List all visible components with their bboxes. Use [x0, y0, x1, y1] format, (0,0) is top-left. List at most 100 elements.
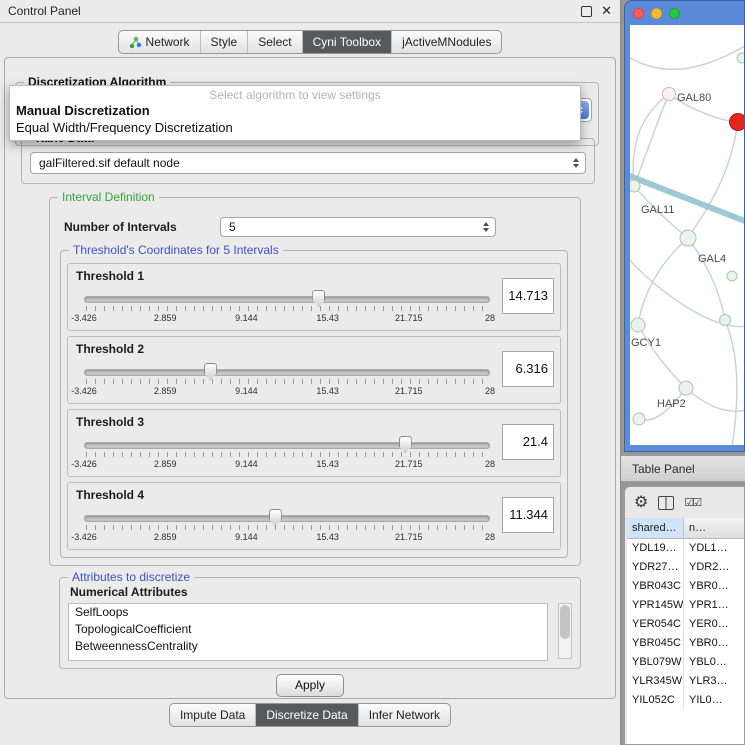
zoom-traffic-icon[interactable] — [669, 8, 680, 19]
minimize-traffic-icon[interactable] — [651, 8, 662, 19]
select-columns-icon[interactable]: ☑☑ — [684, 496, 700, 509]
node-gal4[interactable] — [680, 230, 696, 246]
table-cell[interactable]: YLR345W — [627, 672, 684, 691]
threshold-slider[interactable]: -3.4262.8599.14415.4321.71528 — [84, 436, 490, 472]
table-cell[interactable]: YPR145W — [627, 596, 684, 615]
table-row[interactable]: YPR145WYPR1… — [627, 596, 744, 615]
tick-label: -3.426 — [71, 532, 97, 542]
slider-thumb[interactable] — [269, 509, 282, 526]
threshold-value-field[interactable]: 21.4 — [502, 424, 554, 460]
table-cell[interactable]: YER054C — [627, 615, 684, 634]
node-hap2[interactable] — [679, 381, 693, 395]
table-cell[interactable]: YDR27… — [627, 558, 684, 577]
node-gal80[interactable] — [663, 88, 676, 101]
table-cell[interactable]: YDL1… — [684, 539, 744, 558]
slider-thumb[interactable] — [312, 290, 325, 307]
tick-label: 28 — [485, 386, 495, 396]
dropdown-option-equal-width[interactable]: Equal Width/Frequency Discretization — [10, 119, 580, 136]
node-selected-red[interactable] — [730, 114, 745, 131]
table-data-select[interactable]: galFiltered.sif default node — [30, 152, 586, 174]
control-panel-tab-bar: Network Style Select Cyni Toolbox jActiv… — [118, 30, 503, 54]
close-icon[interactable]: ✕ — [601, 0, 612, 22]
table-row[interactable]: YBL079WYBL0… — [627, 653, 744, 672]
columns-icon[interactable] — [658, 496, 674, 510]
table-cell[interactable]: YER0… — [684, 615, 744, 634]
node[interactable] — [727, 271, 737, 281]
node[interactable] — [720, 315, 731, 326]
tab-discretize-data[interactable]: Discretize Data — [255, 704, 357, 726]
gear-icon[interactable]: ⚙ — [634, 495, 648, 511]
numerical-attributes-list[interactable]: SelfLoopsTopologicalCoefficientBetweenne… — [68, 603, 548, 661]
list-item[interactable]: SelfLoops — [69, 604, 547, 621]
table-cell[interactable]: YBR045C — [627, 634, 684, 653]
threshold-value-field[interactable]: 6.316 — [502, 351, 554, 387]
float-window-icon[interactable] — [581, 6, 592, 17]
table-row[interactable]: YER054CYER0… — [627, 615, 744, 634]
list-item[interactable]: BetweennessCentrality — [69, 638, 547, 655]
slider-thumb[interactable] — [204, 363, 217, 380]
tab-network[interactable]: Network — [119, 31, 200, 53]
table-panel-header[interactable]: Table Panel — [621, 455, 745, 482]
titlebar[interactable]: Control Panel ✕ — [0, 0, 620, 23]
column-header-name[interactable]: n… — [684, 518, 744, 538]
network-canvas[interactable]: GAL80 GAL11 GAL4 GCY1 HAP2 — [630, 25, 744, 445]
threshold-slider[interactable]: -3.4262.8599.14415.4321.71528 — [84, 290, 490, 326]
node[interactable] — [633, 413, 645, 425]
tab-label: Style — [211, 35, 238, 49]
table-cell[interactable]: YBR0… — [684, 577, 744, 596]
table-row[interactable]: YLR345WYLR3… — [627, 672, 744, 691]
list-scrollbar[interactable] — [558, 603, 572, 659]
close-traffic-icon[interactable] — [633, 8, 644, 19]
scrollbar-thumb[interactable] — [560, 605, 570, 639]
tick-label: -3.426 — [71, 313, 97, 323]
node[interactable] — [737, 53, 744, 63]
slider-track[interactable] — [84, 369, 490, 376]
threshold-value-field[interactable]: 14.713 — [502, 278, 554, 314]
table-cell[interactable]: YBL079W — [627, 653, 684, 672]
node[interactable] — [630, 180, 640, 192]
tab-jactivemnodules[interactable]: jActiveMNodules — [391, 31, 501, 53]
group-label: Threshold's Coordinates for 5 Intervals — [69, 243, 283, 257]
list-item[interactable]: TopologicalCoefficient — [69, 621, 547, 638]
slider-track[interactable] — [84, 442, 490, 449]
number-of-intervals-select[interactable]: 5 — [220, 217, 496, 237]
table-row[interactable]: YBR045CYBR0… — [627, 634, 744, 653]
column-header-shared-name[interactable]: shared… — [627, 518, 684, 538]
group-label: Interval Definition — [58, 190, 159, 204]
table-row[interactable]: YBR043CYBR0… — [627, 577, 744, 596]
table-cell[interactable]: YLR3… — [684, 672, 744, 691]
tab-cyni-toolbox[interactable]: Cyni Toolbox — [302, 31, 391, 53]
threshold-slider[interactable]: -3.4262.8599.14415.4321.71528 — [84, 509, 490, 545]
tick-label: 2.859 — [154, 313, 177, 323]
network-view-window[interactable]: GAL80 GAL11 GAL4 GCY1 HAP2 — [624, 0, 745, 452]
threshold-value-field[interactable]: 11.344 — [502, 497, 554, 533]
threshold-slider[interactable]: -3.4262.8599.14415.4321.71528 — [84, 363, 490, 399]
tab-impute-data[interactable]: Impute Data — [170, 704, 255, 726]
table-cell[interactable]: YDR2… — [684, 558, 744, 577]
table-cell[interactable]: YBR043C — [627, 577, 684, 596]
tab-select[interactable]: Select — [247, 31, 301, 53]
table-cell[interactable]: YIL052C — [627, 691, 684, 710]
tick-label: 2.859 — [154, 386, 177, 396]
dropdown-option-manual[interactable]: Manual Discretization — [10, 102, 580, 119]
tick-label: 21.715 — [395, 459, 423, 469]
table-cell[interactable]: YBR0… — [684, 634, 744, 653]
slider-track[interactable] — [84, 515, 490, 522]
table-cell[interactable]: YPR1… — [684, 596, 744, 615]
threshold-label: Threshold 4 — [76, 488, 144, 502]
apply-button[interactable]: Apply — [276, 674, 344, 697]
tab-infer-network[interactable]: Infer Network — [358, 704, 450, 726]
table-row[interactable]: YDL19…YDL1… — [627, 539, 744, 558]
slider-track[interactable] — [84, 296, 490, 303]
table-cell[interactable]: YDL19… — [627, 539, 684, 558]
tab-style[interactable]: Style — [200, 31, 248, 53]
slider-thumb[interactable] — [399, 436, 412, 453]
table-row[interactable]: YDR27…YDR2… — [627, 558, 744, 577]
node-gcy1[interactable] — [631, 318, 645, 332]
tick-label: 2.859 — [154, 459, 177, 469]
table-cell[interactable]: YIL0… — [684, 691, 744, 710]
table-toolbar: ⚙ ☑☑ — [625, 487, 744, 519]
slider-tick-marks — [86, 379, 490, 384]
table-cell[interactable]: YBL0… — [684, 653, 744, 672]
table-row[interactable]: YIL052CYIL0… — [627, 691, 744, 710]
